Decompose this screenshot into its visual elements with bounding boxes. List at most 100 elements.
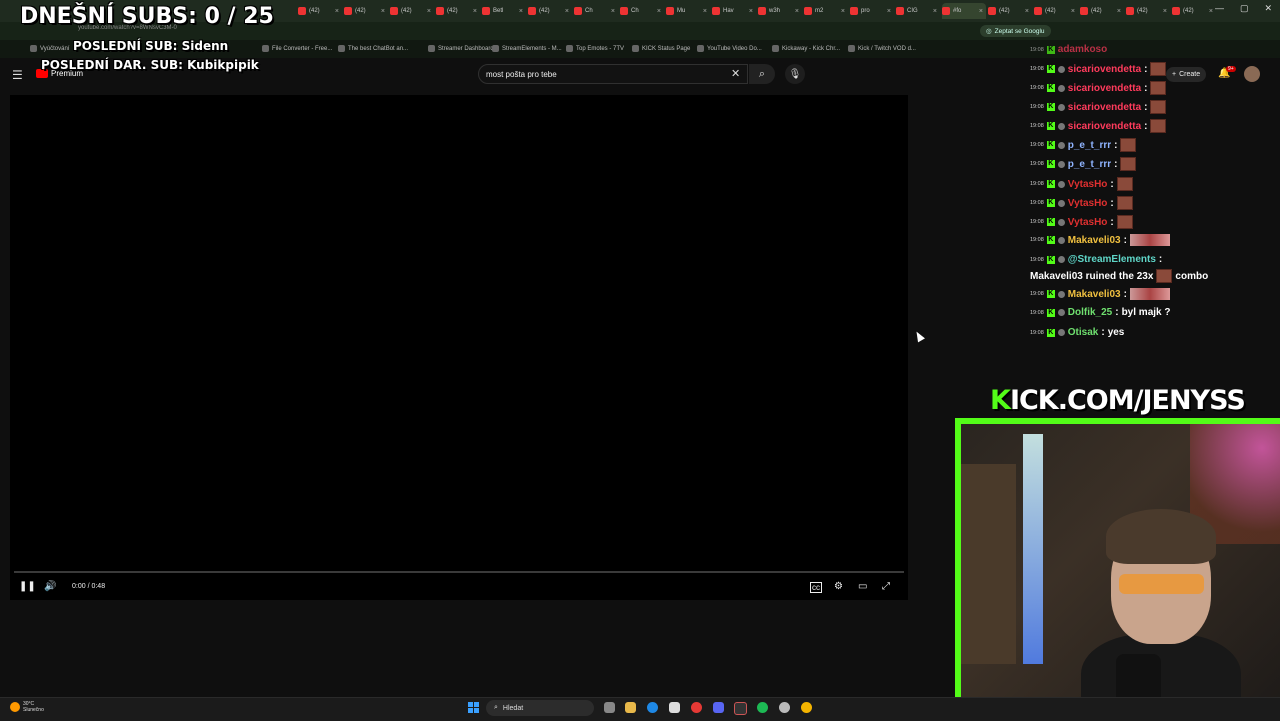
chat-username[interactable]: VytasHo	[1068, 179, 1108, 190]
bookmark-item[interactable]: File Converter - Free...	[262, 45, 332, 52]
discord-icon[interactable]	[713, 702, 724, 713]
browser-tab[interactable]: Ch ×	[574, 3, 618, 19]
browser-tab[interactable]: pro ×	[850, 3, 894, 19]
tab-close-icon[interactable]: ×	[519, 8, 526, 15]
weather-widget[interactable]: 30°C Slunečno	[10, 701, 44, 713]
tab-close-icon[interactable]: ×	[381, 8, 388, 15]
chat-username[interactable]: sicariovendetta	[1068, 83, 1141, 94]
bookmark-item[interactable]: Top Emotes - 7TV	[566, 45, 624, 52]
browser-tab[interactable]: Mu ×	[666, 3, 710, 19]
tab-close-icon[interactable]: ×	[979, 8, 986, 15]
search-input[interactable]: most pošta pro tebe	[478, 64, 748, 84]
captions-icon[interactable]: cc	[810, 582, 822, 593]
chrome-icon[interactable]	[691, 702, 702, 713]
theater-mode-icon[interactable]: ▭	[858, 581, 867, 592]
chat-username[interactable]: Otisak	[1068, 327, 1099, 338]
browser-tab[interactable]: Ch ×	[620, 3, 664, 19]
create-button[interactable]: + Create	[1166, 67, 1207, 82]
chat-username[interactable]: Dolfik_25	[1068, 307, 1112, 318]
chat-username[interactable]: p_e_t_rrr	[1068, 140, 1111, 151]
tab-close-icon[interactable]: ×	[749, 8, 756, 15]
voice-search-button[interactable]: 🎙	[785, 64, 805, 84]
browser-tab[interactable]: (42) ×	[390, 3, 434, 19]
tab-close-icon[interactable]: ×	[335, 8, 342, 15]
chat-username[interactable]: sicariovendetta	[1068, 102, 1141, 113]
store-icon[interactable]	[669, 702, 680, 713]
chat-username[interactable]: VytasHo	[1068, 217, 1108, 228]
video-player[interactable]	[10, 95, 908, 600]
browser-tab[interactable]: (42) ×	[1172, 3, 1216, 19]
clear-search-icon[interactable]: ✕	[731, 67, 740, 80]
browser-tab[interactable]: (42) ×	[1080, 3, 1124, 19]
chat-timestamp: 19:08	[1030, 85, 1044, 91]
task-view-icon[interactable]	[604, 702, 615, 713]
tab-close-icon[interactable]: ×	[427, 8, 434, 15]
tab-close-icon[interactable]: ×	[795, 8, 802, 15]
tab-close-icon[interactable]: ×	[1163, 8, 1170, 15]
tab-close-icon[interactable]: ×	[611, 8, 618, 15]
search-button[interactable]: ⌕	[749, 64, 775, 84]
settings-icon[interactable]	[779, 702, 790, 713]
minimize-icon[interactable]: —	[1215, 3, 1224, 14]
tab-close-icon[interactable]: ×	[657, 8, 664, 15]
chat-username[interactable]: Makaveli03	[1068, 289, 1121, 300]
bookmark-item[interactable]: Kick / Twitch VOD d...	[848, 45, 916, 52]
chat-username[interactable]: p_e_t_rrr	[1068, 159, 1111, 170]
browser-tab[interactable]: (42) ×	[528, 3, 572, 19]
taskbar-search[interactable]: ⌕ Hledat	[486, 700, 594, 716]
fullscreen-icon[interactable]: ⤢	[882, 581, 890, 592]
browser-tab[interactable]: (42) ×	[344, 3, 388, 19]
bookmark-item[interactable]: Kickaway - Kick Chr...	[772, 45, 840, 52]
tab-close-icon[interactable]: ×	[1025, 8, 1032, 15]
bookmark-item[interactable]: YouTube Video Do...	[697, 45, 762, 52]
browser-tab[interactable]: Betl ×	[482, 3, 526, 19]
browser-tab[interactable]: (42) ×	[1034, 3, 1078, 19]
browser-tab[interactable]: w3h ×	[758, 3, 802, 19]
kick-badge-icon: K	[1046, 328, 1055, 337]
chat-username[interactable]: Makaveli03	[1068, 235, 1121, 246]
edge-icon[interactable]	[647, 702, 658, 713]
browser-tab[interactable]: #fo ×	[942, 3, 986, 19]
bookmark-item[interactable]: Streamer Dashboard	[428, 45, 494, 52]
progress-bar[interactable]	[14, 571, 904, 573]
chat-message: 19:08 K VytasHo:	[1030, 196, 1133, 210]
chat-message: 19:08 Ksicariovendetta:	[1030, 81, 1167, 95]
maximize-icon[interactable]: ▢	[1240, 3, 1249, 14]
browser-tab[interactable]: (42) ×	[298, 3, 342, 19]
tab-close-icon[interactable]: ×	[887, 8, 894, 15]
bookmark-item[interactable]: The best ChatBot an...	[338, 45, 408, 52]
ask-google-button[interactable]: ◎ Zeptat se Googlu	[980, 25, 1051, 37]
avatar[interactable]	[1244, 66, 1260, 82]
tab-close-icon[interactable]: ×	[565, 8, 572, 15]
user-badge-icon	[1057, 122, 1065, 130]
browser-tab[interactable]: CIG ×	[896, 3, 940, 19]
pause-icon[interactable]: ❚❚	[19, 581, 36, 592]
settings-gear-icon[interactable]: ⚙	[834, 581, 843, 592]
chat-username[interactable]: VytasHo	[1068, 198, 1108, 209]
tab-close-icon[interactable]: ×	[703, 8, 710, 15]
browser-tab[interactable]: Hav ×	[712, 3, 756, 19]
tab-close-icon[interactable]: ×	[841, 8, 848, 15]
tab-close-icon[interactable]: ×	[1117, 8, 1124, 15]
browser-tab[interactable]: (42) ×	[436, 3, 480, 19]
browser-tab[interactable]: (42) ×	[1126, 3, 1170, 19]
chat-username[interactable]: @StreamElements	[1068, 254, 1156, 265]
chrome-active-icon[interactable]	[801, 702, 812, 713]
chat-username[interactable]: sicariovendetta	[1068, 121, 1141, 132]
bookmark-item[interactable]: StreamElements - M...	[492, 45, 562, 52]
spotify-icon[interactable]	[757, 702, 768, 713]
file-explorer-icon[interactable]	[625, 702, 636, 713]
bookmark-item[interactable]: Vyúčtování	[30, 45, 69, 52]
hamburger-menu-icon[interactable]: ☰	[12, 68, 23, 82]
browser-tab[interactable]: m2 ×	[804, 3, 848, 19]
tab-close-icon[interactable]: ×	[1071, 8, 1078, 15]
tab-close-icon[interactable]: ×	[933, 8, 940, 15]
browser-tab[interactable]: (42) ×	[988, 3, 1032, 19]
close-icon[interactable]: ✕	[1264, 3, 1272, 14]
obs-icon[interactable]	[734, 702, 747, 715]
bookmark-item[interactable]: KICK Status Page	[632, 45, 690, 52]
volume-icon[interactable]: 🔊	[44, 581, 56, 592]
chat-username[interactable]: sicariovendetta	[1068, 64, 1141, 75]
windows-start-icon[interactable]	[468, 702, 479, 713]
tab-close-icon[interactable]: ×	[473, 8, 480, 15]
